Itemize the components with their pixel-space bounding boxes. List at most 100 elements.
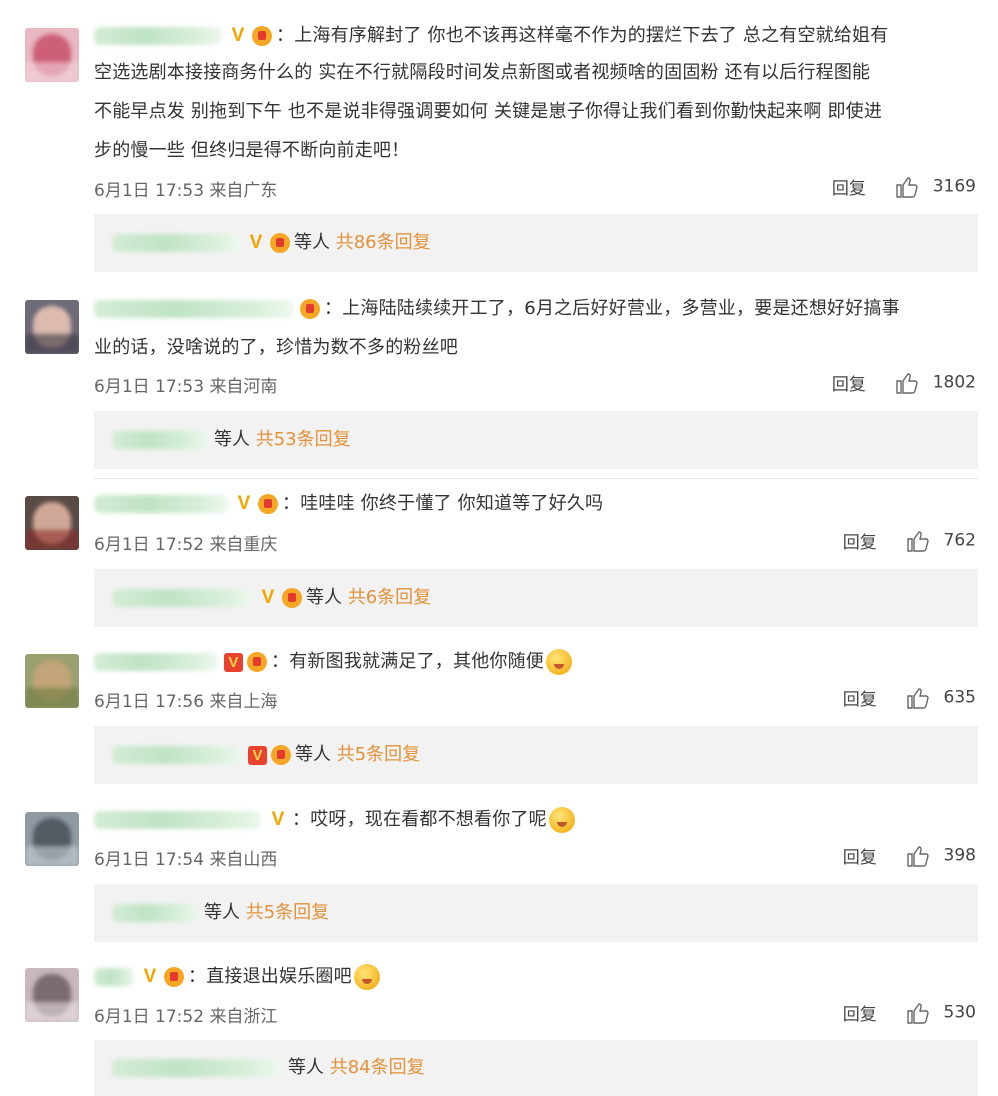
username-blurred[interactable] <box>94 968 134 986</box>
fan-level-icon <box>164 967 184 987</box>
username-blurred[interactable] <box>94 300 294 318</box>
comment-location: 来自重庆 <box>209 535 278 555</box>
verified-v-icon: V <box>143 966 157 987</box>
fan-level-icon <box>247 652 267 672</box>
comment-meta: 6月1日 17:56 来自上海 <box>94 687 277 712</box>
username-blurred[interactable] <box>94 653 218 671</box>
avatar[interactable] <box>25 28 79 82</box>
sub-replies-bar[interactable]: V 等人 共5条回复 <box>94 726 978 784</box>
like-count: 398 <box>943 845 976 866</box>
comment-text-line-1: V ：上海有序解封了 你也不该再这样毫不作为的摆烂下去了 总之有空就给姐有 <box>94 20 979 52</box>
verified-v-icon: V <box>249 232 263 253</box>
comment-text-line-2: 业的话，没啥说的了，珍惜为数不多的粉丝吧 <box>94 337 458 358</box>
thumbs-up-icon[interactable] <box>906 687 930 709</box>
like-count: 762 <box>943 530 976 551</box>
comment-location: 来自河南 <box>209 377 278 397</box>
others-label: 等人 <box>204 902 240 923</box>
avatar[interactable] <box>25 968 79 1022</box>
reply-button[interactable]: 回复 <box>843 533 877 553</box>
comment-time: 6月1日 17:52 <box>94 1007 205 1027</box>
reply-button[interactable]: 回复 <box>843 1005 877 1025</box>
sub-reply-user-blurred[interactable] <box>112 431 208 449</box>
comment-actions: 回复 3169 <box>832 174 976 200</box>
sub-replies-bar[interactable]: V 等人 共6条回复 <box>94 569 978 627</box>
comment-text-line-4: 步的慢一些 但终归是得不断向前走吧！ <box>94 140 410 161</box>
like-count: 1802 <box>932 372 976 393</box>
comment-text-line-1: V ：哇哇哇 你终于懂了 你知道等了好久吗 <box>94 488 979 520</box>
comment-list: V ：上海有序解封了 你也不该再这样毫不作为的摆烂下去了 总之有空就给姐有 空选选… <box>0 0 998 1096</box>
comment-time: 6月1日 17:54 <box>94 850 205 870</box>
sub-replies-bar[interactable]: 等人 共84条回复 <box>94 1040 978 1096</box>
replies-count-link[interactable]: 共6条回复 <box>348 587 431 608</box>
fan-level-icon <box>300 299 320 319</box>
verified-v-icon: V <box>271 809 285 830</box>
username-blurred[interactable] <box>94 495 228 513</box>
emoji-icon <box>546 649 573 675</box>
comment-actions: 回复 1802 <box>832 370 976 396</box>
thumbs-up-icon[interactable] <box>895 176 919 198</box>
comment-actions: 回复 398 <box>843 843 976 869</box>
comment-time: 6月1日 17:53 <box>94 377 205 397</box>
comment-location: 来自浙江 <box>209 1007 278 1027</box>
username-blurred[interactable] <box>94 27 222 45</box>
replies-count-link[interactable]: 共5条回复 <box>246 902 329 923</box>
thumbs-up-icon[interactable] <box>906 845 930 867</box>
thumbs-up-icon[interactable] <box>906 1002 930 1024</box>
replies-count-link[interactable]: 共86条回复 <box>336 232 431 253</box>
comment-text-line-2: 空选选剧本接接商务什么的 实在不行就隔段时间发点新图或者视频啥的固固粉 还有以后… <box>94 62 871 83</box>
fan-level-icon <box>252 26 272 46</box>
like-count: 530 <box>943 1002 976 1023</box>
replies-count-link[interactable]: 共84条回复 <box>330 1057 425 1078</box>
username-blurred[interactable] <box>94 811 262 829</box>
emoji-icon <box>548 807 575 833</box>
verified-v-icon: V <box>231 25 245 46</box>
avatar[interactable] <box>25 654 79 708</box>
verified-v-icon: V <box>224 652 243 672</box>
reply-button[interactable]: 回复 <box>832 179 866 199</box>
sub-reply-user-blurred[interactable] <box>112 746 242 764</box>
comment-text-line-1: V ：有新图我就满足了，其他你随便 <box>94 646 979 678</box>
sub-replies-bar[interactable]: 等人 共53条回复 <box>94 411 978 469</box>
comment-time: 6月1日 17:52 <box>94 535 205 555</box>
comment-meta: 6月1日 17:53 来自广东 <box>94 176 277 201</box>
reply-button[interactable]: 回复 <box>843 690 877 710</box>
comment-actions: 回复 635 <box>843 685 976 711</box>
sub-replies-bar[interactable]: 等人 共5条回复 <box>94 884 978 942</box>
emoji-icon <box>353 964 380 990</box>
comment-actions: 回复 530 <box>843 1000 976 1026</box>
comment-text-line-1: V ：哎呀，现在看都不想看你了呢 <box>94 804 979 836</box>
comment-location: 来自山西 <box>209 850 278 870</box>
sub-reply-user-blurred[interactable] <box>112 904 198 922</box>
comment-location: 来自上海 <box>209 692 278 712</box>
reply-button[interactable]: 回复 <box>832 375 866 395</box>
others-label: 等人 <box>288 1057 324 1078</box>
like-count: 635 <box>943 687 976 708</box>
comment-text-line-3: 不能早点发 别拖到下午 也不是说非得强调要如何 关键是崽子你得让我们看到你勤快起… <box>94 101 883 122</box>
comment-meta: 6月1日 17:53 来自河南 <box>94 372 277 397</box>
fan-level-icon <box>282 588 302 608</box>
sub-replies-bar[interactable]: V 等人 共86条回复 <box>94 214 978 272</box>
replies-count-link[interactable]: 共53条回复 <box>256 429 351 450</box>
comment-meta: 6月1日 17:52 来自浙江 <box>94 1002 277 1027</box>
avatar[interactable] <box>25 812 79 866</box>
sub-reply-user-blurred[interactable] <box>112 589 252 607</box>
comment-text-line-1: V ：直接退出娱乐圈吧 <box>94 961 979 993</box>
others-label: 等人 <box>295 744 331 765</box>
avatar[interactable] <box>25 496 79 550</box>
reply-button[interactable]: 回复 <box>843 848 877 868</box>
sub-reply-user-blurred[interactable] <box>112 1059 282 1077</box>
others-label: 等人 <box>214 429 250 450</box>
verified-v-icon: V <box>261 587 275 608</box>
comment-text-line-1: ：上海陆陆续续开工了，6月之后好好营业，多营业，要是还想好好搞事 <box>94 293 979 325</box>
fan-level-icon <box>271 745 291 765</box>
comment-meta: 6月1日 17:54 来自山西 <box>94 845 277 870</box>
replies-count-link[interactable]: 共5条回复 <box>337 744 420 765</box>
sub-reply-user-blurred[interactable] <box>112 234 240 252</box>
thumbs-up-icon[interactable] <box>895 372 919 394</box>
comment-location: 来自广东 <box>209 181 278 201</box>
others-label: 等人 <box>306 587 342 608</box>
avatar[interactable] <box>25 300 79 354</box>
comment-divider <box>94 478 978 479</box>
like-count: 3169 <box>932 176 976 197</box>
thumbs-up-icon[interactable] <box>906 530 930 552</box>
